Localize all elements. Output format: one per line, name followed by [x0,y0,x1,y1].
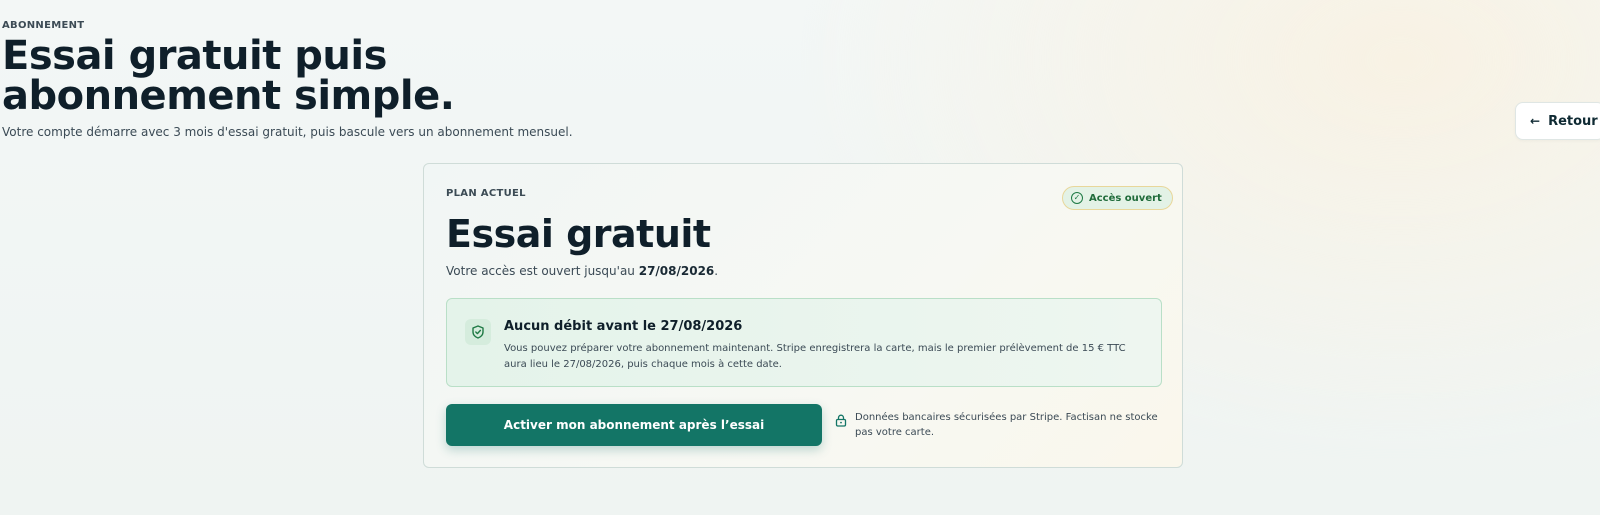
plan-label: PLAN ACTUEL [446,188,526,199]
access-date: 27/08/2026 [638,264,715,278]
no-charge-notice: Aucun débit avant le 27/08/2026 Vous pou… [446,298,1162,387]
check-circle-icon: ✓ [1071,192,1083,204]
activate-subscription-button[interactable]: Activer mon abonnement après l’essai [446,404,822,446]
back-button-label: Retour [1548,113,1598,129]
notice-body: Vous pouvez préparer votre abonnement ma… [504,343,1126,370]
plan-name: Essai gratuit [446,212,711,256]
plan-access-text: Votre accès est ouvert jusqu'au 27/08/20… [446,264,718,278]
secure-payment-note: Données bancaires sécurisées par Stripe.… [835,410,1165,440]
section-eyebrow: ABONNEMENT [2,20,85,31]
access-prefix: Votre accès est ouvert jusqu'au [446,264,639,278]
notice-title: Aucun débit avant le 27/08/2026 [504,319,743,334]
arrow-left-icon: ← [1530,114,1541,128]
status-badge: ✓ Accès ouvert [1062,186,1173,210]
back-button[interactable]: ← Retour [1515,102,1600,140]
secure-note-text: Données bancaires sécurisées par Stripe.… [855,412,1158,438]
lock-icon [835,414,847,432]
status-badge-label: Accès ouvert [1089,192,1162,204]
shield-check-icon [465,319,491,345]
page-title: Essai gratuit puis abonnement simple. [2,33,455,119]
page-subtitle: Votre compte démarre avec 3 mois d'essai… [2,125,573,139]
access-suffix: . [714,264,719,278]
plan-card: PLAN ACTUEL ✓ Accès ouvert Essai gratuit… [423,163,1183,468]
